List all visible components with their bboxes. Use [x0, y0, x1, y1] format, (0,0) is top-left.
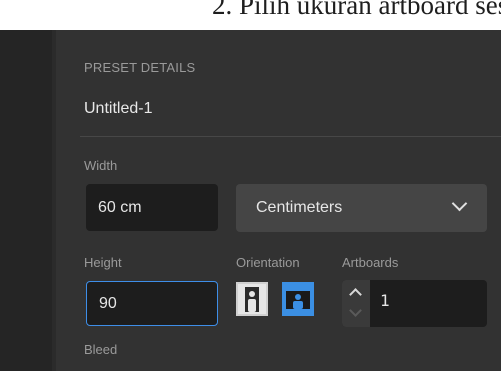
units-dropdown[interactable]: Centimeters	[236, 184, 487, 232]
width-label: Width	[84, 158, 118, 173]
landscape-person-icon	[286, 291, 310, 309]
portrait-orientation-button[interactable]	[236, 282, 268, 316]
portrait-person-icon	[245, 287, 259, 312]
height-input[interactable]: 90	[86, 281, 218, 326]
landscape-orientation-button[interactable]	[282, 282, 314, 316]
orientation-label: Orientation	[236, 255, 300, 270]
height-label: Height	[84, 255, 122, 270]
caption-text: 2. Pilih ukuran artboard sesuai	[212, 0, 501, 20]
bleed-label: Bleed	[84, 342, 118, 357]
preset-details-heading: PRESET DETAILS	[84, 60, 196, 75]
artboards-label: Artboards	[342, 255, 399, 270]
preset-name-field[interactable]: Untitled-1	[84, 100, 152, 118]
left-sidebar	[0, 30, 52, 371]
artboards-stepper-buttons	[342, 280, 370, 327]
artboards-value: 1	[380, 291, 390, 310]
caption-strip: 2. Pilih ukuran artboard sesuai	[0, 0, 501, 30]
chevron-down-icon	[451, 195, 468, 212]
divider	[80, 136, 501, 137]
width-input[interactable]: 60 cm	[86, 184, 218, 231]
units-selected-value: Centimeters	[256, 199, 343, 216]
